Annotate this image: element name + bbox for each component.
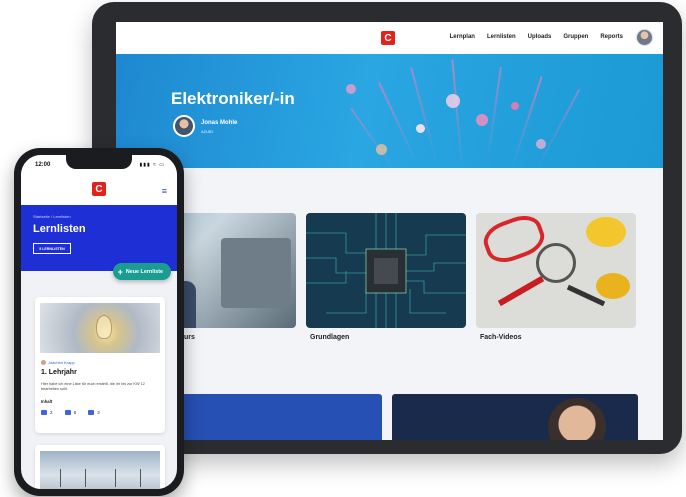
quiz-icon <box>64 410 71 415</box>
lightbulb-image <box>40 303 160 353</box>
document-icon <box>41 410 47 415</box>
course-card-label[interactable]: urs <box>184 334 195 341</box>
fach-videos-card-image[interactable] <box>476 213 636 328</box>
trainee-role: AZUBI <box>201 129 213 134</box>
brand-logo[interactable]: C <box>92 182 106 196</box>
phone-screen: 12:00 ▮▮▮ ≈ ▭ C ≡ Startseite / Lernliste… <box>21 155 177 489</box>
fach-videos-card-label[interactable]: Fach-Videos <box>480 334 522 341</box>
breadcrumb[interactable]: Startseite / Lernlisten <box>33 214 71 219</box>
stat-videos-value: 3 <box>97 410 100 415</box>
brand-logo[interactable]: C <box>381 31 395 45</box>
card-title: 1. Lehrjahr <box>41 369 77 376</box>
instructor-photo <box>548 398 606 440</box>
promo-tile-dark[interactable] <box>392 394 638 440</box>
new-list-label: Neue Lernliste <box>125 268 163 275</box>
phone-navbar: C ≡ <box>21 177 177 205</box>
phone-device: 12:00 ▮▮▮ ≈ ▭ C ≡ Startseite / Lernliste… <box>14 148 184 496</box>
trainee-avatar <box>173 115 195 137</box>
tablet-screen: C Lernplan Lernlisten Uploads Gruppen Re… <box>116 22 663 440</box>
page-header: Startseite / Lernlisten Lernlisten 5 LER… <box>21 205 177 271</box>
nav-link-reports[interactable]: Reports <box>600 34 623 40</box>
hamburger-menu-icon[interactable]: ≡ <box>162 186 167 196</box>
stat-quizzes: 6 <box>64 410 77 415</box>
lightbulb-icon <box>96 315 112 339</box>
content-stats: 2 6 3 <box>41 410 100 415</box>
user-avatar[interactable] <box>636 29 653 46</box>
list-card-second[interactable] <box>35 445 165 489</box>
author-name: Joachim Krapp <box>48 360 75 365</box>
plus-icon: + <box>117 266 123 277</box>
stage: C Lernplan Lernlisten Uploads Gruppen Re… <box>0 0 686 497</box>
page-title: Lernlisten <box>33 223 86 235</box>
stat-videos: 3 <box>88 410 100 415</box>
nav-link-lernplan[interactable]: Lernplan <box>450 34 475 40</box>
nav-link-uploads[interactable]: Uploads <box>528 34 552 40</box>
phone-notch <box>66 155 132 169</box>
circuit-board-icon <box>306 213 466 328</box>
trainee-name: Jonas Mohle <box>201 120 238 126</box>
author-avatar <box>41 360 46 365</box>
content-label: Inhalt <box>41 399 53 404</box>
new-list-button[interactable]: + Neue Lernliste <box>112 263 171 280</box>
stat-documents: 2 <box>41 410 53 415</box>
tablet-navbar: C Lernplan Lernlisten Uploads Gruppen Re… <box>116 22 663 54</box>
nav-link-lernlisten[interactable]: Lernlisten <box>487 34 516 40</box>
video-icon <box>88 410 95 415</box>
stat-documents-value: 2 <box>50 410 53 415</box>
grundlagen-card-label[interactable]: Grundlagen <box>310 334 349 341</box>
signal-wifi-battery-icon: ▮▮▮ ≈ ▭ <box>139 162 165 168</box>
nav-link-gruppen[interactable]: Gruppen <box>563 34 588 40</box>
course-title: Elektroniker/-in <box>171 89 295 108</box>
tablet-nav-links: Lernplan Lernlisten Uploads Gruppen Repo… <box>450 34 623 40</box>
card-author: Joachim Krapp <box>41 360 75 365</box>
wind-turbines-image <box>40 451 160 489</box>
list-card[interactable]: Joachim Krapp 1. Lehrjahr Hier habe ich … <box>35 297 165 433</box>
promo-tile-blue[interactable] <box>176 394 382 440</box>
card-description: Hier habe ich eine Liste für euch erstel… <box>41 382 145 392</box>
stat-quizzes-value: 6 <box>73 410 77 415</box>
hero-banner: Elektroniker/-in Jonas Mohle AZUBI <box>116 54 663 168</box>
lernlisten-count-button[interactable]: 5 LERNLISTEN <box>33 243 71 254</box>
status-time: 12:00 <box>35 162 51 168</box>
grundlagen-card-image[interactable] <box>306 213 466 328</box>
